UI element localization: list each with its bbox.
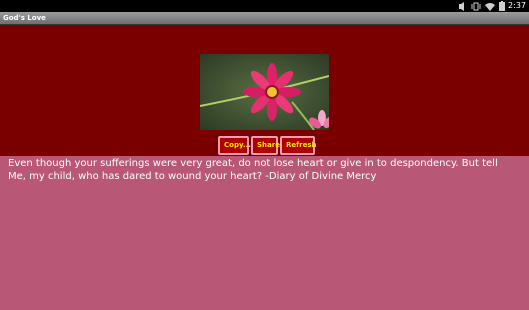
status-time: 2:37 [508,1,526,10]
media-icon [458,1,467,11]
status-icons [458,1,505,11]
app-title: God's Love [3,14,46,22]
battery-icon [499,1,505,11]
refresh-button[interactable]: Refresh [280,136,317,155]
header-panel: Copy... Share Refresh [0,25,529,156]
vibrate-icon [471,2,481,11]
title-bar: God's Love [0,12,529,25]
quote-text: Even though your sufferings were very gr… [8,158,498,182]
status-bar: 2:37 [0,0,529,12]
copy-button[interactable]: Copy... [218,136,251,155]
flower-image [200,54,329,130]
wifi-icon [485,2,495,11]
button-row: Copy... Share Refresh [218,136,317,155]
share-button[interactable]: Share [251,136,280,155]
